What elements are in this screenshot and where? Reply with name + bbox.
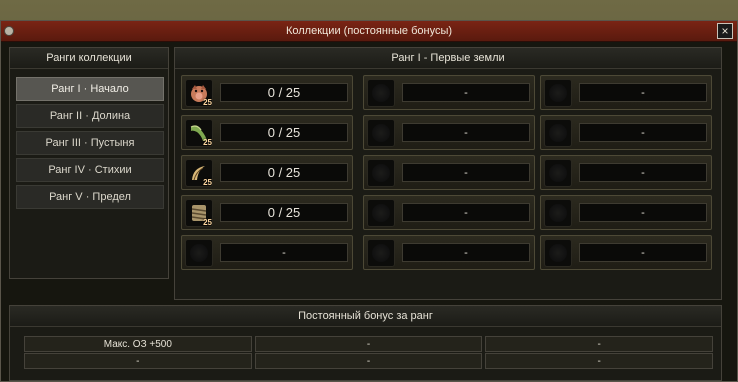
progress-value: - <box>220 243 348 262</box>
progress-value: - <box>579 243 707 262</box>
bonus-cell: - <box>485 353 714 369</box>
collection-cell[interactable]: - <box>363 155 535 190</box>
bonus-row: - - - <box>24 353 714 369</box>
bonus-cell: - <box>24 353 252 369</box>
item-slot[interactable]: 25 <box>185 79 213 107</box>
empty-slot[interactable] <box>367 199 395 227</box>
rank-list: Ранг I · Начало Ранг II · Долина Ранг II… <box>10 69 168 209</box>
collection-cell[interactable]: - <box>363 115 535 150</box>
ranks-panel: Ранги коллекции Ранг I · Начало Ранг II … <box>9 47 169 279</box>
collection-cell[interactable]: - <box>540 115 712 150</box>
item-count-badge: 25 <box>203 178 212 187</box>
bonus-row: Макс. ОЗ +500 - - <box>24 336 714 352</box>
progress-value: - <box>402 243 530 262</box>
empty-slot[interactable] <box>367 159 395 187</box>
bonus-panel-header: Постоянный бонус за ранг <box>10 306 721 327</box>
collection-cell[interactable]: 25 0 / 25 <box>181 155 353 190</box>
collection-cell[interactable]: 25 0 / 25 <box>181 195 353 230</box>
progress-value: - <box>579 163 707 182</box>
window-titlebar[interactable]: Коллекции (постоянные бонусы) × <box>1 21 737 42</box>
collection-cell[interactable]: - <box>540 195 712 230</box>
bonus-cell: - <box>485 336 714 352</box>
collection-cell[interactable]: - <box>540 75 712 110</box>
pin-icon <box>4 26 14 36</box>
bonus-panel: Постоянный бонус за ранг Макс. ОЗ +500 -… <box>9 305 722 381</box>
window-title: Коллекции (постоянные бонусы) <box>285 25 453 37</box>
item-slot[interactable]: 25 <box>185 199 213 227</box>
collection-cell[interactable]: 25 0 / 25 <box>181 115 353 150</box>
empty-slot[interactable] <box>544 79 572 107</box>
empty-slot[interactable] <box>367 239 395 267</box>
collection-cell[interactable]: - <box>363 235 535 270</box>
empty-slot[interactable] <box>367 119 395 147</box>
item-count-badge: 25 <box>203 218 212 227</box>
item-count-badge: 25 <box>203 98 212 107</box>
item-slot[interactable]: 25 <box>185 159 213 187</box>
rank-item-3[interactable]: Ранг III · Пустыня <box>16 131 164 155</box>
empty-slot[interactable] <box>544 239 572 267</box>
ranks-panel-header: Ранги коллекции <box>10 48 168 69</box>
progress-value: - <box>402 163 530 182</box>
collections-window: Коллекции (постоянные бонусы) × Ранги ко… <box>0 20 738 382</box>
bonus-cell: - <box>254 353 483 369</box>
progress-value: - <box>579 203 707 222</box>
rank-item-5[interactable]: Ранг V · Предел <box>16 185 164 209</box>
collection-cell[interactable]: - <box>363 195 535 230</box>
progress-value: 0 / 25 <box>220 123 348 142</box>
progress-value: - <box>402 123 530 142</box>
progress-value: 0 / 25 <box>220 203 348 222</box>
close-button[interactable]: × <box>717 23 733 39</box>
empty-slot[interactable] <box>544 119 572 147</box>
collection-panel: Ранг I - Первые земли 25 0 / 25 - - 25 0… <box>174 47 722 300</box>
progress-value: 0 / 25 <box>220 83 348 102</box>
collection-cell[interactable]: - <box>363 75 535 110</box>
item-count-badge: 25 <box>203 138 212 147</box>
rank-item-2[interactable]: Ранг II · Долина <box>16 104 164 128</box>
collection-panel-header: Ранг I - Первые земли <box>175 48 721 69</box>
progress-value: - <box>579 83 707 102</box>
collection-cell[interactable]: - <box>181 235 353 270</box>
empty-slot[interactable] <box>544 159 572 187</box>
collection-cell[interactable]: 25 0 / 25 <box>181 75 353 110</box>
rank-item-4[interactable]: Ранг IV · Стихии <box>16 158 164 182</box>
collection-cell[interactable]: - <box>540 155 712 190</box>
progress-value: 0 / 25 <box>220 163 348 182</box>
rank-item-1[interactable]: Ранг I · Начало <box>16 77 164 101</box>
progress-value: - <box>402 203 530 222</box>
empty-slot[interactable] <box>544 199 572 227</box>
collection-cell[interactable]: - <box>540 235 712 270</box>
empty-slot[interactable] <box>185 239 213 267</box>
item-slot[interactable]: 25 <box>185 119 213 147</box>
bonus-cell: - <box>254 336 483 352</box>
bonus-cell: Макс. ОЗ +500 <box>24 336 252 352</box>
progress-value: - <box>402 83 530 102</box>
empty-slot[interactable] <box>367 79 395 107</box>
progress-value: - <box>579 123 707 142</box>
